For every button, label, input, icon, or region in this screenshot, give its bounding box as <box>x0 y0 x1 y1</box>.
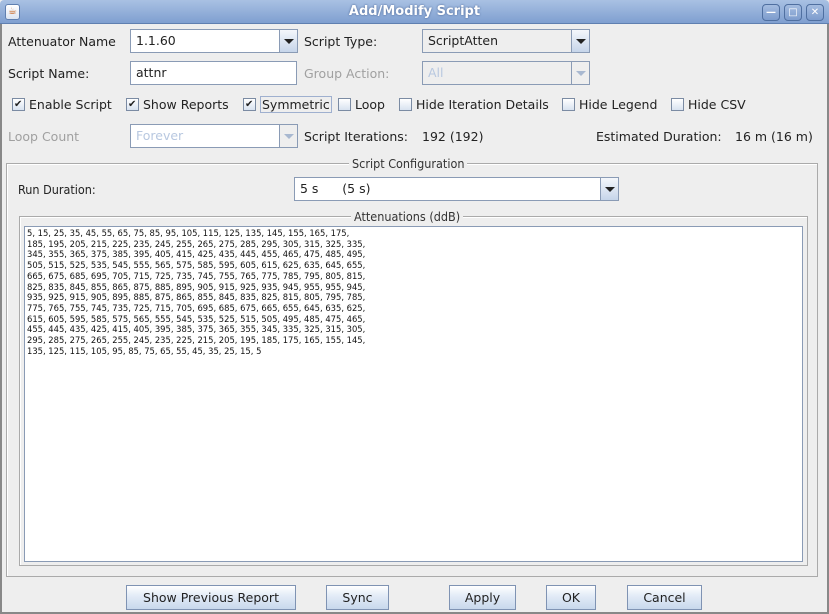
script-configuration-title: Script Configuration <box>349 156 468 171</box>
hide-iteration-details-checkbox[interactable]: Hide Iteration Details <box>399 97 549 112</box>
maximize-icon[interactable]: □ <box>784 4 802 21</box>
checkbox-checked-icon[interactable] <box>12 98 25 111</box>
apply-button[interactable]: Apply <box>449 585 516 610</box>
estimated-duration-value: 16 m (16 m) <box>735 129 813 144</box>
enable-script-label: Enable Script <box>29 97 112 112</box>
script-type-value: ScriptAtten <box>423 30 571 52</box>
symmetric-label: Symmetric <box>260 96 332 113</box>
chevron-down-icon[interactable] <box>571 62 589 84</box>
script-iterations-label: Script Iterations: <box>304 129 408 144</box>
show-reports-checkbox[interactable]: Show Reports <box>126 97 229 112</box>
script-type-dropdown[interactable]: ScriptAtten <box>422 29 590 53</box>
chevron-down-icon[interactable] <box>279 125 297 147</box>
run-duration-label: Run Duration: <box>18 182 96 197</box>
symmetric-checkbox[interactable]: Symmetric <box>243 96 332 113</box>
estimated-duration-label: Estimated Duration: <box>596 129 722 144</box>
script-name-label: Script Name: <box>8 66 90 81</box>
loop-label: Loop <box>355 97 385 112</box>
title-bar[interactable]: ☕ Add/Modify Script — □ ✕ <box>0 0 829 24</box>
attenuations-title: Attenuations (ddB) <box>351 209 464 224</box>
loop-count-dropdown[interactable]: Forever <box>130 124 298 148</box>
checkbox-unchecked-icon[interactable] <box>562 98 575 111</box>
attenuations-textarea[interactable]: 5, 15, 25, 35, 45, 55, 65, 75, 85, 95, 1… <box>24 226 803 562</box>
group-action-label: Group Action: <box>304 66 390 81</box>
checkbox-unchecked-icon[interactable] <box>399 98 412 111</box>
close-icon[interactable]: ✕ <box>806 4 824 21</box>
hide-csv-label: Hide CSV <box>688 97 746 112</box>
checkbox-unchecked-icon[interactable] <box>338 98 351 111</box>
checkbox-checked-icon[interactable] <box>126 98 139 111</box>
run-duration-value: 5 s (5 s) <box>300 181 371 196</box>
chevron-down-icon[interactable] <box>600 178 618 200</box>
loop-count-label: Loop Count <box>8 129 80 144</box>
checkbox-checked-icon[interactable] <box>243 98 256 111</box>
hide-legend-label: Hide Legend <box>579 97 658 112</box>
group-action-dropdown[interactable]: All <box>422 61 590 85</box>
script-type-label: Script Type: <box>304 34 378 49</box>
show-reports-label: Show Reports <box>143 97 229 112</box>
checkbox-unchecked-icon[interactable] <box>671 98 684 111</box>
chevron-down-icon[interactable] <box>571 30 589 52</box>
run-duration-dropdown[interactable]: 5 s (5 s) <box>294 177 619 201</box>
loop-count-value: Forever <box>131 125 279 147</box>
minimize-icon[interactable]: — <box>762 4 780 21</box>
attenuator-name-value: 1.1.60 <box>136 33 176 48</box>
cancel-button[interactable]: Cancel <box>627 585 702 610</box>
hide-legend-checkbox[interactable]: Hide Legend <box>562 97 657 112</box>
script-iterations-value: 192 (192) <box>422 129 484 144</box>
script-name-input[interactable]: attnr <box>130 61 297 85</box>
attenuator-name-dropdown[interactable]: 1.1.60 <box>130 29 298 53</box>
attenuator-name-label: Attenuator Name <box>8 34 116 49</box>
chevron-down-icon[interactable] <box>279 30 297 52</box>
hide-iteration-details-label: Hide Iteration Details <box>416 97 549 112</box>
hide-csv-checkbox[interactable]: Hide CSV <box>671 97 746 112</box>
enable-script-checkbox[interactable]: Enable Script <box>12 97 112 112</box>
ok-button[interactable]: OK <box>546 585 596 610</box>
sync-button[interactable]: Sync <box>326 585 389 610</box>
group-action-value: All <box>423 62 571 84</box>
loop-checkbox[interactable]: Loop <box>338 97 385 112</box>
show-previous-report-button[interactable]: Show Previous Report <box>126 585 296 610</box>
window-title: Add/Modify Script <box>348 4 481 19</box>
